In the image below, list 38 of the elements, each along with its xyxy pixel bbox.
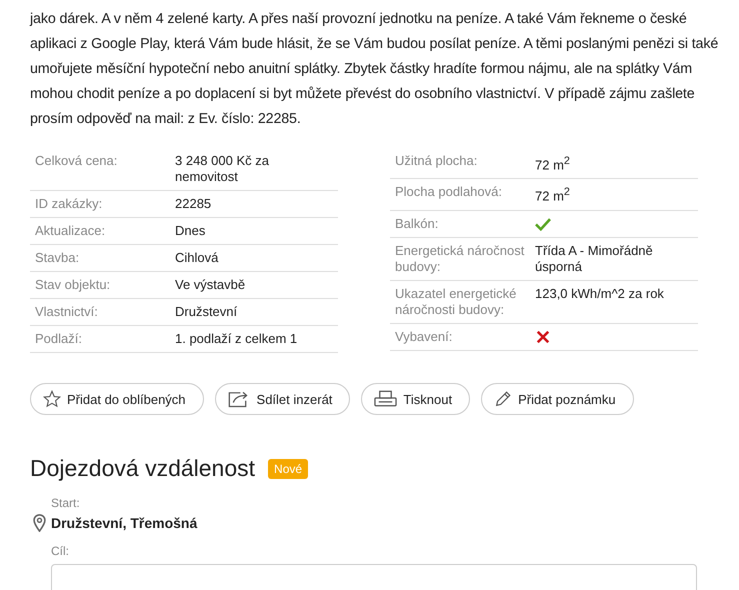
param-value: Ve výstavbě xyxy=(175,277,246,293)
param-label: Balkón: xyxy=(395,216,440,232)
param-value: Družstevní xyxy=(175,304,238,320)
param-value: 22285 xyxy=(175,196,212,212)
new-badge: Nové xyxy=(268,458,308,478)
param-label: Stav objektu: xyxy=(35,277,112,293)
param-value: 3 248 000 Kč za nemovitost xyxy=(175,153,270,185)
param-value: 123,0 kWh/m^2 za rok xyxy=(535,286,664,302)
param-label: Podlaží: xyxy=(35,331,83,347)
pencil-icon xyxy=(494,390,512,408)
start-address: Družstevní, Třemošná xyxy=(51,515,198,531)
field-label: Start: xyxy=(51,496,81,510)
param-value: Dnes xyxy=(175,223,206,239)
param-label: Ukazatel energetické náročnosti budovy: xyxy=(395,286,518,318)
param-value: Cihlová xyxy=(175,250,218,266)
field-label: Cíl: xyxy=(51,544,70,558)
param-label: Stavba: xyxy=(35,250,80,266)
action-button[interactable]: Tisknout xyxy=(361,383,470,415)
action-button[interactable]: Přidat poznámku xyxy=(481,383,634,415)
action-button[interactable]: Přidat do oblíbených xyxy=(30,383,204,415)
param-value: 72 m$^{2}$ xyxy=(535,154,570,174)
param-label: Energetická náročnost budovy: xyxy=(395,242,526,275)
param-label: Celková cena: xyxy=(35,153,118,169)
star-icon xyxy=(43,390,61,408)
section-title: Dojezdová vzdálenost xyxy=(30,455,256,482)
param-value: Třída A - Mimořádně úsporná xyxy=(535,242,654,275)
param-value: 1. podlaží z celkem 1 xyxy=(175,331,298,347)
action-button[interactable]: Sdílet inzerát xyxy=(214,383,350,415)
location-pin-icon xyxy=(33,514,46,532)
param-label: Užitná plocha: xyxy=(395,153,478,169)
param-label: Plocha podlahová: xyxy=(395,184,503,200)
param-value: 72 m$^{2}$ xyxy=(535,185,570,205)
printer-icon xyxy=(374,390,398,408)
param-label: Vybavení: xyxy=(395,328,454,345)
param-label: ID zakázky: xyxy=(35,196,104,212)
description-paragraph: jako dárek. A v něm 4 zelené karty. A přes naší provozní jednotku na peníze. A také Vám řekneme o české aplikaci z Google Play, která Vám bude hlásit, že se Vám budou posílat peníze. A těmi poslanými penězi si také umořujete měsíční hypoteční nebo anuitní splátky. Zbytek částky hradíte formou nájmu, ale na splátky Vám mohou chodit peníze a po doplacení si byt můžete převést do osobního vlastnictví. V případě zájmu zašlete prosím odpověď na mail: z Ev. číslo: 22285. xyxy=(30,10,720,129)
param-label: Vlastnictví: xyxy=(35,304,99,320)
param-label: Aktualizace: xyxy=(35,223,106,239)
